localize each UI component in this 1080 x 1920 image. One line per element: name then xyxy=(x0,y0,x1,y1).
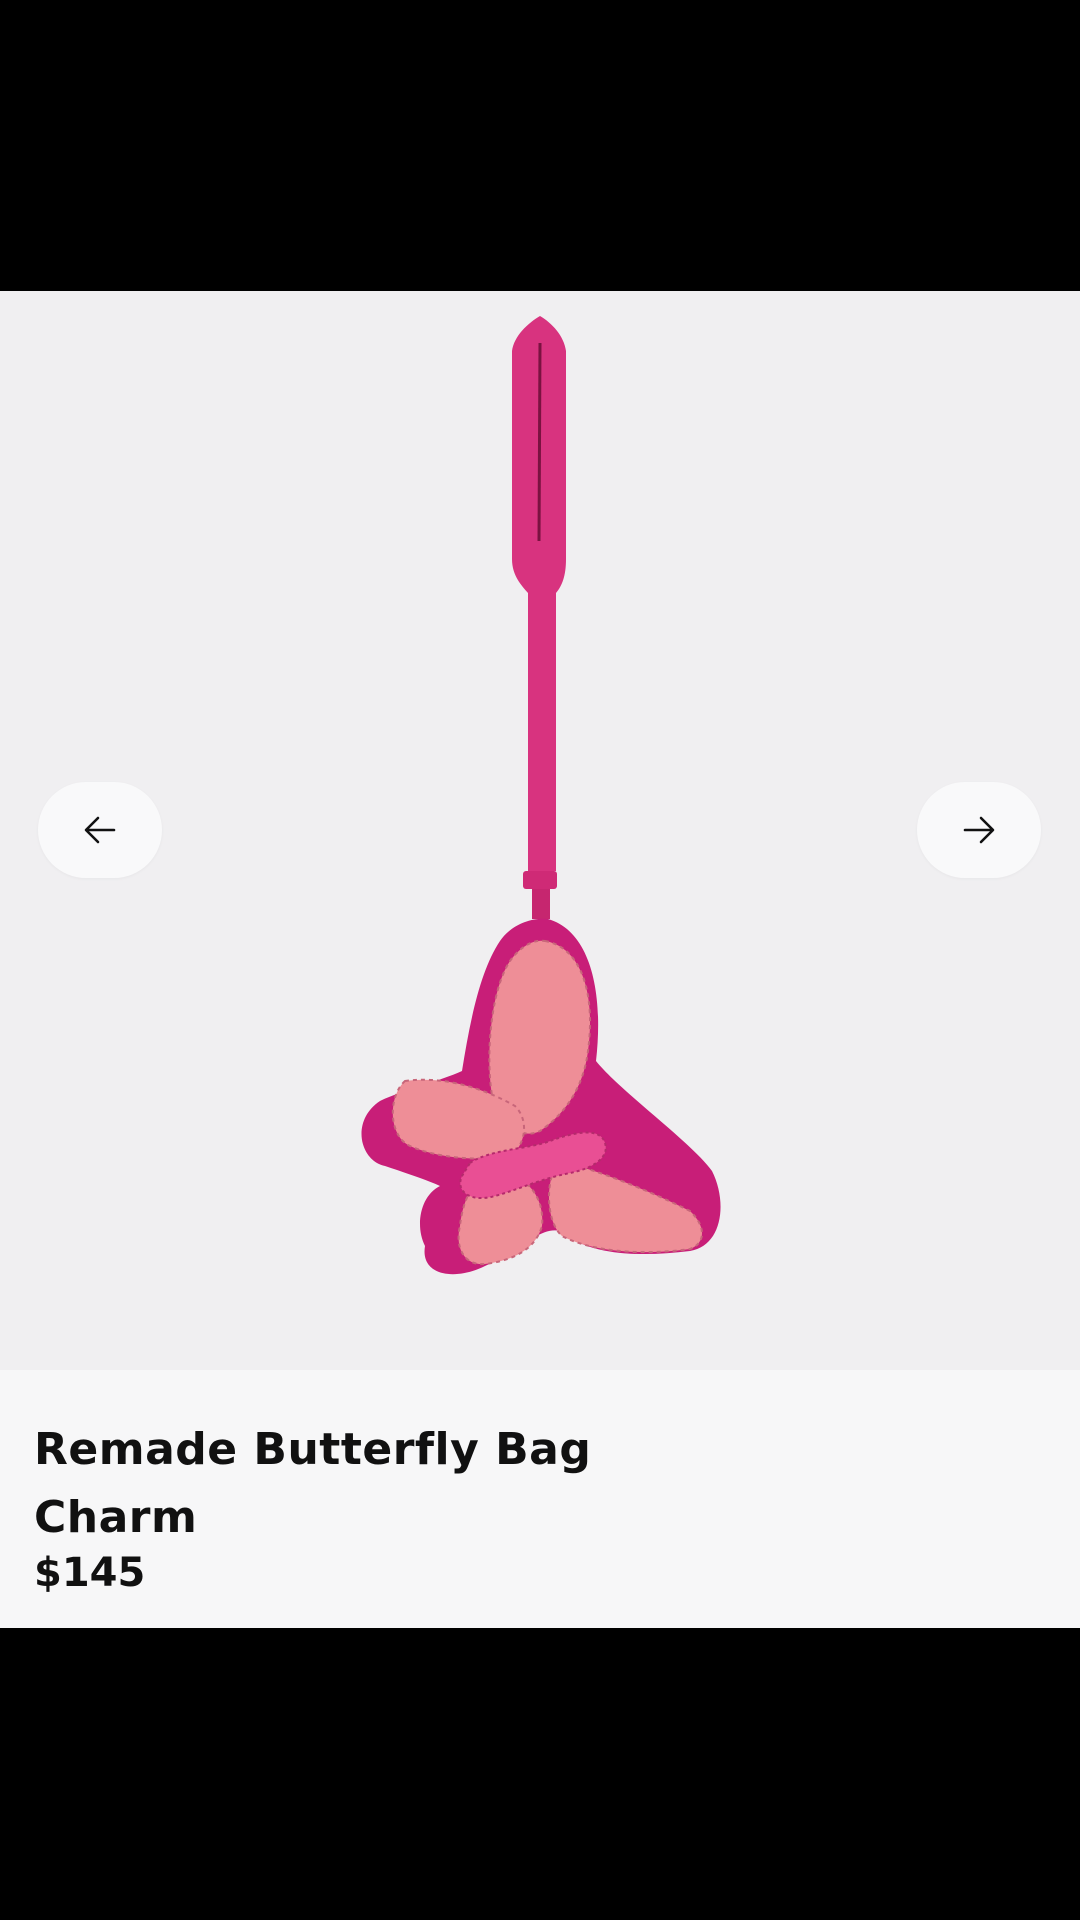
arrow-left-icon xyxy=(84,816,116,844)
product-price: $145 xyxy=(34,1550,146,1596)
carousel-next-button[interactable] xyxy=(917,782,1041,878)
carousel-prev-button[interactable] xyxy=(38,782,162,878)
product-card: Remade Butterfly Bag Charm $145 xyxy=(0,291,1080,1628)
product-info: Remade Butterfly Bag Charm $145 xyxy=(0,1370,1080,1628)
top-letterbox xyxy=(0,0,1080,291)
bottom-letterbox xyxy=(0,1628,1080,1920)
arrow-right-icon xyxy=(963,816,995,844)
product-image-carousel[interactable] xyxy=(0,291,1080,1370)
product-title[interactable]: Remade Butterfly Bag Charm xyxy=(34,1416,734,1552)
